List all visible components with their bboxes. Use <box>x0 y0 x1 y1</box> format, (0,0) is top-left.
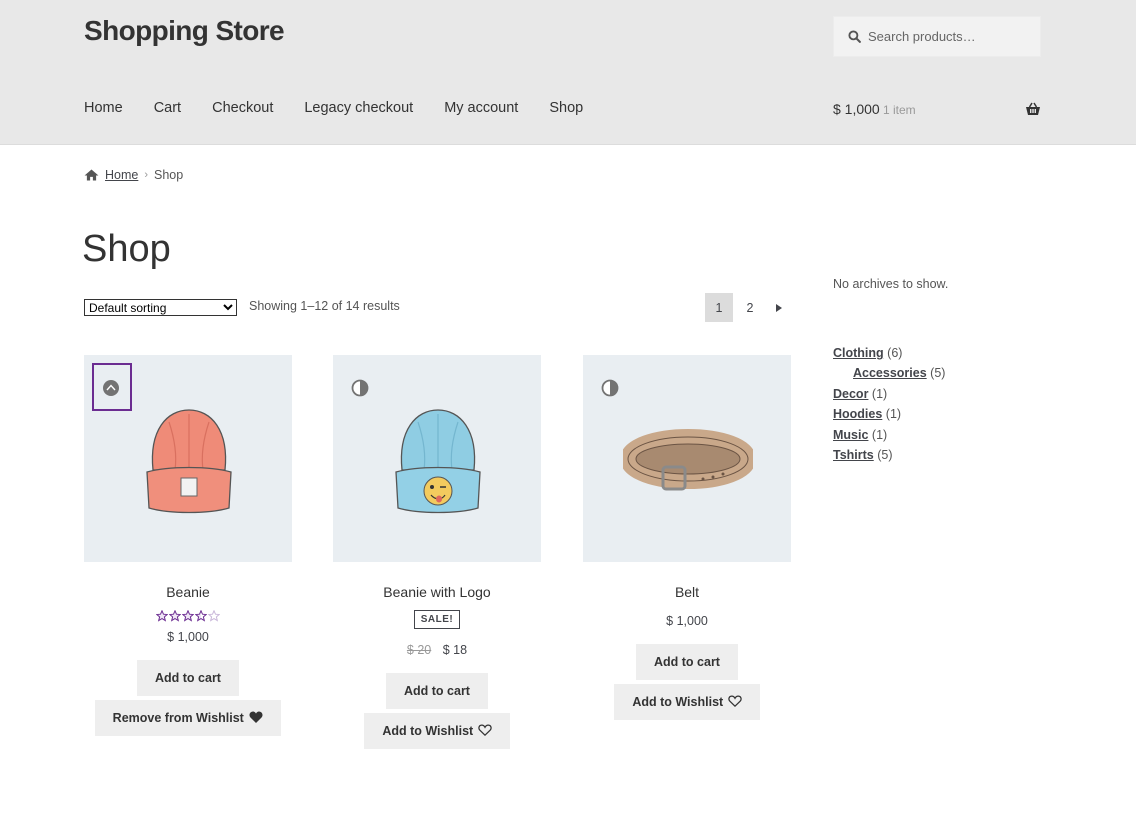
add-to-wishlist-button[interactable]: Add to Wishlist <box>364 713 510 749</box>
product-search[interactable] <box>833 16 1041 57</box>
star-icon <box>169 610 181 622</box>
product-categories: Clothing (6) Accessories (5) Decor (1) H… <box>833 343 945 465</box>
star-icon <box>182 610 194 622</box>
heart-filled-icon <box>249 711 263 723</box>
category-item-hoodies: Hoodies (1) <box>833 404 945 424</box>
sale-price: $ 18 <box>442 643 468 657</box>
nav-legacy-checkout[interactable]: Legacy checkout <box>304 100 413 116</box>
product-price: $ 1,000 <box>666 614 708 628</box>
contrast-icon[interactable] <box>351 379 369 397</box>
product-image[interactable] <box>333 355 541 562</box>
page-2[interactable]: 2 <box>736 293 764 322</box>
category-link[interactable]: Clothing <box>833 346 884 360</box>
nav-my-account[interactable]: My account <box>444 100 518 116</box>
category-item-music: Music (1) <box>833 425 945 445</box>
category-count: (1) <box>871 386 888 401</box>
wishlist-label: Remove from Wishlist <box>112 711 244 725</box>
add-to-cart-button[interactable]: Add to cart <box>636 644 738 680</box>
star-icon <box>156 610 168 622</box>
contrast-icon[interactable] <box>102 379 120 397</box>
product-title[interactable]: Beanie <box>84 584 292 600</box>
category-link[interactable]: Music <box>833 428 868 442</box>
breadcrumb: Home › Shop <box>84 168 183 182</box>
star-icon <box>208 610 220 622</box>
category-link[interactable]: Tshirts <box>833 448 874 462</box>
product-price: $ 20 $ 18 <box>333 643 541 657</box>
home-icon <box>84 169 99 181</box>
category-link[interactable]: Hoodies <box>833 407 882 421</box>
archives-empty-message: No archives to show. <box>833 277 949 291</box>
category-item-decor: Decor (1) <box>833 384 945 404</box>
contrast-icon[interactable] <box>601 379 619 397</box>
basket-icon[interactable] <box>1025 102 1041 116</box>
star-rating <box>84 610 292 622</box>
belt-image <box>623 429 753 491</box>
category-item-clothing: Clothing (6) <box>833 343 945 363</box>
product-card-beanie-with-logo: Beanie with Logo SALE! $ 20 $ 18 Add to … <box>333 355 541 749</box>
add-to-cart-button[interactable]: Add to cart <box>137 660 239 696</box>
remove-from-wishlist-button[interactable]: Remove from Wishlist <box>94 700 282 736</box>
category-link[interactable]: Decor <box>833 387 868 401</box>
page-1: 1 <box>705 293 733 322</box>
product-title[interactable]: Belt <box>583 584 791 600</box>
category-count: (6) <box>887 346 903 360</box>
site-title[interactable]: Shopping Store <box>84 15 285 47</box>
wishlist-label: Add to Wishlist <box>382 724 474 738</box>
wishlist-label: Add to Wishlist <box>632 695 724 709</box>
category-count: (1) <box>871 427 888 442</box>
cart-total[interactable]: $ 1,000 <box>833 101 880 117</box>
category-count: (5) <box>930 366 946 381</box>
star-icon <box>195 610 207 622</box>
chevron-right-icon <box>776 303 782 312</box>
product-image[interactable] <box>84 355 292 562</box>
category-count: (1) <box>885 407 902 422</box>
sorting-select[interactable]: Default sorting <box>84 299 237 316</box>
site-header: Shopping Store Home Cart Checkout Legacy… <box>0 0 1136 145</box>
product-price: $ 1,000 <box>167 630 209 644</box>
pagination: 1 2 <box>705 293 791 322</box>
search-icon <box>848 30 861 43</box>
red-beanie-image <box>146 409 232 514</box>
product-title[interactable]: Beanie with Logo <box>333 584 541 600</box>
category-link[interactable]: Accessories <box>853 366 927 380</box>
breadcrumb-separator: › <box>144 169 149 181</box>
blue-beanie-image <box>395 409 481 514</box>
page-title: Shop <box>82 228 171 270</box>
product-card-beanie: Beanie $ 1,000 Add to cart Remove from W… <box>84 355 292 736</box>
nav-shop[interactable]: Shop <box>549 100 583 116</box>
search-input[interactable] <box>868 29 1038 44</box>
next-page-button[interactable] <box>767 293 791 322</box>
primary-navigation: Home Cart Checkout Legacy checkout My ac… <box>84 100 614 116</box>
sale-badge: SALE! <box>413 610 461 629</box>
nav-home[interactable]: Home <box>84 100 123 116</box>
add-to-wishlist-button[interactable]: Add to Wishlist <box>614 684 760 720</box>
nav-checkout[interactable]: Checkout <box>212 100 273 116</box>
category-count: (5) <box>877 448 893 463</box>
heart-outline-icon <box>727 695 742 708</box>
category-item-accessories: Accessories (5) <box>833 363 945 383</box>
nav-cart[interactable]: Cart <box>154 100 181 116</box>
breadcrumb-home-link[interactable]: Home <box>105 168 138 182</box>
add-to-cart-button[interactable]: Add to cart <box>386 673 488 709</box>
product-image[interactable] <box>583 355 791 562</box>
cart-count[interactable]: 1 item <box>883 103 916 117</box>
product-card-belt: Belt $ 1,000 Add to cart Add to Wishlist <box>583 355 791 720</box>
heart-outline-icon <box>477 724 492 737</box>
result-count: Showing 1–12 of 14 results <box>249 299 400 313</box>
category-item-tshirts: Tshirts (5) <box>833 445 945 465</box>
breadcrumb-current: Shop <box>154 168 184 182</box>
regular-price: $ 20 <box>406 643 432 657</box>
